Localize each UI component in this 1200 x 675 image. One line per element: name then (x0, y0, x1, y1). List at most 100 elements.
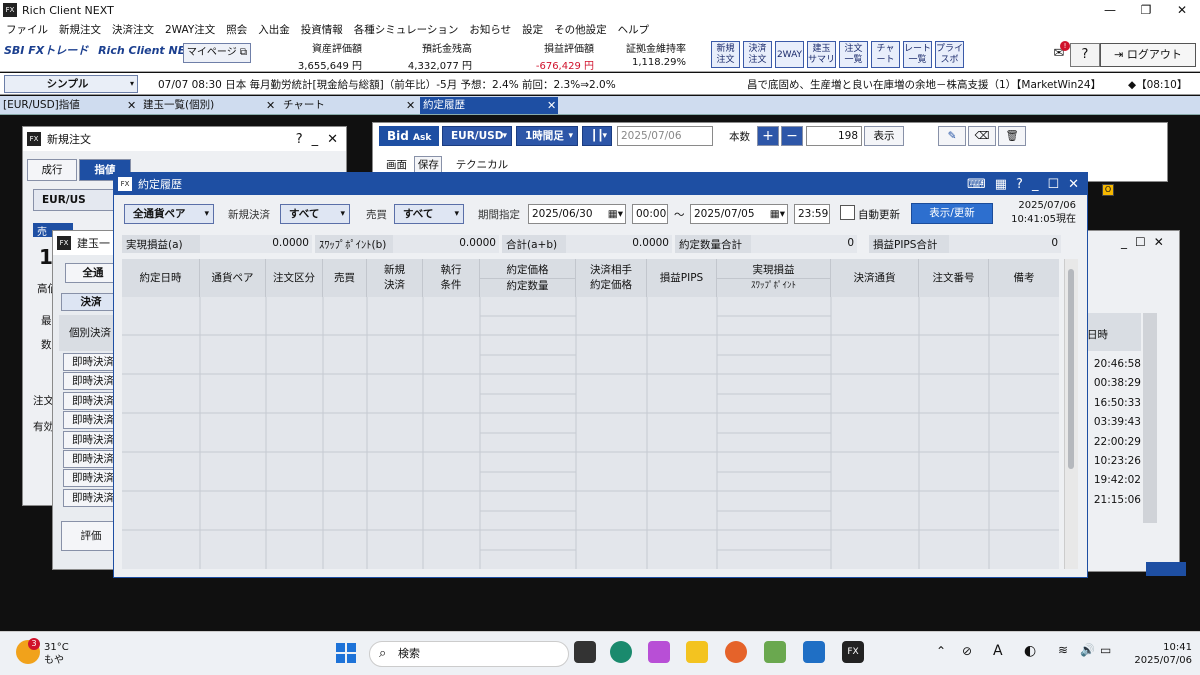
minimize-icon[interactable]: _ (1032, 177, 1039, 192)
col-realized-pl[interactable]: 実現損益 ｽﾜｯﾌﾟﾎﾟｲﾝﾄ (717, 259, 831, 297)
right-panel-scrollbar[interactable] (1143, 313, 1157, 523)
close-icon[interactable]: ✕ (1068, 177, 1079, 192)
quick-order-list-button[interactable]: 注文 一覧 (839, 41, 868, 68)
buysell-select[interactable]: すべて (394, 204, 464, 224)
history-scrollbar[interactable] (1064, 259, 1078, 569)
chart-count-plus-button[interactable]: + (757, 126, 779, 146)
battery-icon[interactable]: ▭ (1100, 643, 1111, 657)
chart-date-field[interactable]: 2025/07/06 (617, 126, 713, 146)
close-icon[interactable]: ✕ (1164, 3, 1200, 17)
menu-simulation[interactable]: 各種シミュレーション (354, 22, 459, 37)
quick-rate-list-button[interactable]: レート 一覧 (903, 41, 932, 68)
menu-info[interactable]: 投資情報 (301, 22, 343, 37)
chart-pair-select[interactable]: EUR/USD (442, 126, 512, 146)
tab-position-list[interactable]: 建玉一覧(個別) (140, 97, 277, 114)
tab-close-icon[interactable]: ✕ (266, 97, 275, 114)
logout-button[interactable]: ⇥ ログアウト (1100, 43, 1196, 67)
col-counter-price[interactable]: 決済相手 約定価格 (576, 259, 647, 297)
date-to-input[interactable]: 2025/07/05 ▦▾ (690, 204, 788, 224)
news-ticker-main[interactable]: 07/07 08:30 日本 毎月勤労統計[現金給与総額]（前年比）-5月 予想… (158, 77, 718, 92)
col-pair[interactable]: 通貨ペア (200, 259, 266, 297)
col-settle-currency[interactable]: 決済通貨 (831, 259, 919, 297)
ime-mode-icon[interactable]: ◐ (1024, 643, 1036, 659)
menu-other-settings[interactable]: その他設定 (554, 22, 607, 37)
chart-show-button[interactable]: 表示 (864, 126, 904, 146)
chart-save-button[interactable]: 保存 (414, 156, 443, 173)
quick-new-order-button[interactable]: 新規 注文 (711, 41, 740, 68)
menu-settings[interactable]: 設定 (522, 22, 543, 37)
history-scrollbar-thumb[interactable] (1068, 269, 1074, 469)
minimize-icon[interactable]: _ (1121, 235, 1127, 249)
tray-chevron-icon[interactable]: ⌃ (936, 644, 946, 658)
quick-position-summary-button[interactable]: 建玉 サマリ (807, 41, 836, 68)
volume-icon[interactable]: 🔊 (1080, 643, 1095, 657)
col-exec-price[interactable]: 約定価格 約定数量 (480, 259, 576, 297)
date-from-input[interactable]: 2025/06/30 ▦▾ (528, 204, 626, 224)
news-ticker-right[interactable]: 昌で底固め、生産増と良い在庫増の余地－株高支援（1）【MarketWin24】 (747, 77, 1097, 92)
col-new-settle[interactable]: 新規 決済 (367, 259, 423, 297)
news-ticker-time[interactable]: ◆【08:10】 (1128, 77, 1198, 92)
quick-settle-button[interactable]: 決済 注文 (743, 41, 772, 68)
auto-refresh-checkbox[interactable] (840, 205, 855, 220)
app-icon[interactable] (764, 641, 786, 663)
tab-close-icon[interactable]: ✕ (127, 97, 136, 114)
bid-ask-toggle[interactable]: Bid Ask (379, 126, 439, 146)
maximize-icon[interactable]: ☐ (1047, 177, 1059, 192)
col-pips[interactable]: 損益PIPS (647, 259, 717, 297)
minimize-icon[interactable]: _ (312, 132, 319, 147)
menu-help[interactable]: ヘルプ (618, 22, 650, 37)
system-clock[interactable]: 10:41 2025/07/06 (1128, 641, 1192, 667)
edge-browser-icon[interactable] (610, 641, 632, 663)
menu-inquiry[interactable]: 照会 (226, 22, 247, 37)
menu-file[interactable]: ファイル (6, 22, 48, 37)
copilot-icon[interactable] (648, 641, 670, 663)
tab-chart[interactable]: チャート (280, 97, 417, 114)
menu-deposit[interactable]: 入出金 (258, 22, 290, 37)
new-settle-select[interactable]: すべて (280, 204, 350, 224)
pen-icon[interactable]: ✎ (938, 126, 966, 146)
new-order-pair-select[interactable]: EUR/US (33, 189, 123, 211)
calendar-icon[interactable]: ▦▾ (770, 205, 787, 223)
chart-type-select[interactable]: ┃┃ (582, 126, 612, 146)
maximize-icon[interactable]: ☐ (1135, 235, 1146, 249)
tab-close-icon[interactable]: ✕ (406, 97, 415, 114)
calendar-icon[interactable]: ▦▾ (608, 205, 625, 223)
outlook-icon[interactable] (803, 641, 825, 663)
tab-execution-history[interactable]: 約定履歴 (420, 97, 558, 114)
help-icon[interactable]: ? (1016, 177, 1023, 192)
chart-interval-select[interactable]: 1時間足 (516, 126, 578, 146)
file-explorer-icon[interactable] (686, 641, 708, 663)
trash-icon[interactable]: 🗑 (998, 126, 1026, 146)
menu-news[interactable]: お知らせ (469, 22, 511, 37)
menu-2way[interactable]: 2WAY注文 (165, 22, 215, 37)
mypage-button[interactable]: マイページ ⧉ (183, 43, 251, 63)
taskbar-search[interactable]: ⌕ 検索 (369, 641, 569, 667)
close-icon[interactable]: ✕ (1154, 235, 1164, 249)
tab-eurusd-limit[interactable]: [EUR/USD]指値 (0, 97, 138, 114)
wifi-icon[interactable]: ≋ (1058, 643, 1068, 657)
simple-mode-select[interactable]: シンプル ▾ (4, 75, 138, 93)
col-buysell[interactable]: 売買 (323, 259, 367, 297)
quick-chart-button[interactable]: チャ ート (871, 41, 900, 68)
csv-icon[interactable]: ▦ (995, 177, 1007, 192)
eraser-icon[interactable]: ⌫ (968, 126, 996, 146)
windows-start-icon[interactable] (336, 643, 356, 663)
tab-market-order[interactable]: 成行 (27, 159, 77, 181)
chart-count-minus-button[interactable]: − (781, 126, 803, 146)
help-icon[interactable]: ? (1070, 43, 1100, 67)
screen-settings-icon[interactable]: ⌨ (967, 177, 986, 192)
close-icon[interactable]: ✕ (327, 132, 338, 147)
time-to-input[interactable]: 23:59 (794, 204, 830, 224)
network-off-icon[interactable]: ⊘ (962, 644, 972, 658)
col-order-no[interactable]: 注文番号 (919, 259, 989, 297)
weather-widget[interactable]: 31°C もや (44, 641, 69, 667)
menu-settle-order[interactable]: 決済注文 (112, 22, 154, 37)
quick-2way-button[interactable]: 2WAY (775, 41, 804, 68)
task-view-icon[interactable] (574, 641, 596, 663)
position-settle-button[interactable]: 決済 (61, 293, 121, 311)
help-icon[interactable]: ? (296, 132, 303, 147)
minimize-icon[interactable]: — (1092, 3, 1128, 17)
position-eval-button[interactable]: 評価 (61, 521, 121, 551)
maximize-icon[interactable]: ❐ (1128, 3, 1164, 17)
quick-price-board-button[interactable]: プライ スボ (935, 41, 964, 68)
